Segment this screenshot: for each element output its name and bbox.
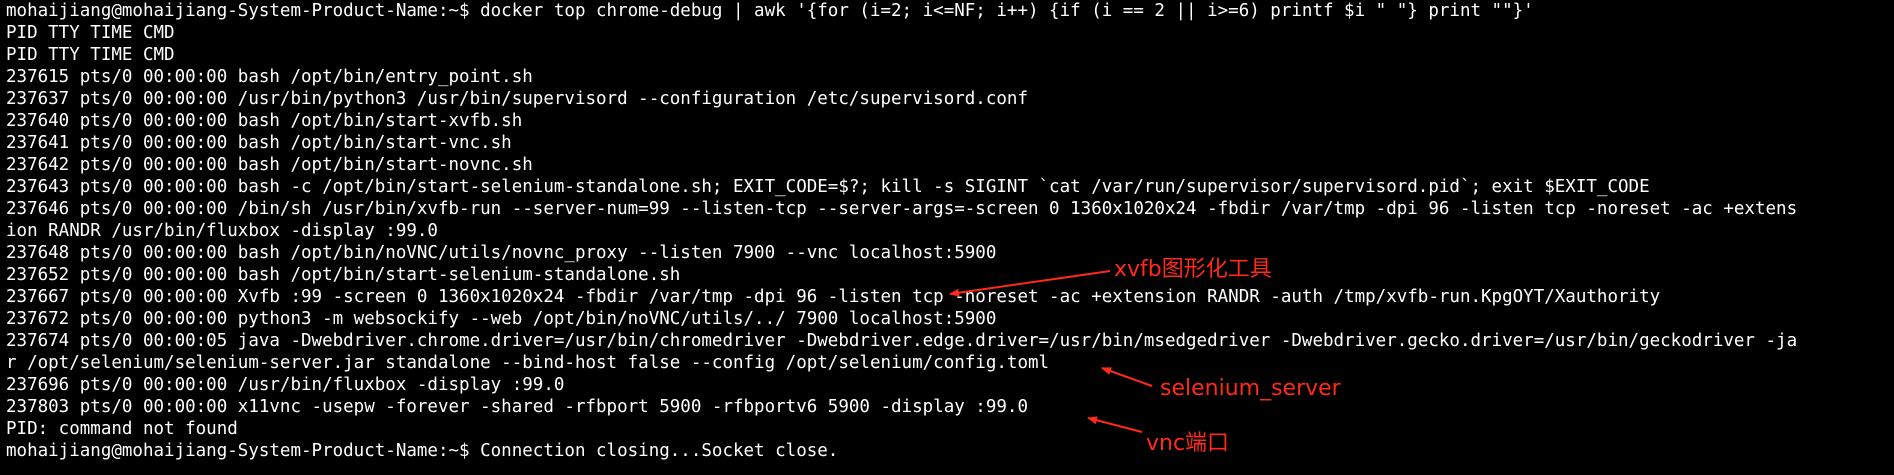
process-line: 237672 pts/0 00:00:00 python3 -m websock… [6, 309, 997, 329]
error-line: PID: command not found [6, 419, 238, 439]
process-line: 237641 pts/0 00:00:00 bash /opt/bin/star… [6, 133, 512, 153]
prompt-command-line: mohaijiang@mohaijiang-System-Product-Nam… [6, 1, 1534, 21]
annotation-label-xvfb: xvfb图形化工具 [1114, 257, 1272, 282]
process-line: 237640 pts/0 00:00:00 bash /opt/bin/star… [6, 111, 523, 131]
process-line: 237648 pts/0 00:00:00 bash /opt/bin/noVN… [6, 243, 997, 263]
annotation-label-selenium: selenium_server [1160, 376, 1341, 401]
process-line: 237642 pts/0 00:00:00 bash /opt/bin/star… [6, 155, 533, 175]
process-line-continued: ion RANDR /usr/bin/fluxbox -display :99.… [6, 221, 438, 241]
process-line: 237637 pts/0 00:00:00 /usr/bin/python3 /… [6, 89, 1028, 109]
process-line: 237643 pts/0 00:00:00 bash -c /opt/bin/s… [6, 177, 1650, 197]
annotation-label-vnc: vnc端口 [1146, 431, 1230, 456]
process-line-x11vnc: 237803 pts/0 00:00:00 x11vnc -usepw -for… [6, 397, 1028, 417]
process-line: 237696 pts/0 00:00:00 /usr/bin/fluxbox -… [6, 375, 565, 395]
process-line: 237652 pts/0 00:00:00 bash /opt/bin/star… [6, 265, 681, 285]
output-header-line: PID TTY TIME CMD [6, 45, 175, 65]
prompt-final-line: mohaijiang@mohaijiang-System-Product-Nam… [6, 441, 839, 461]
output-header-line: PID TTY TIME CMD [6, 23, 175, 43]
process-line: 237615 pts/0 00:00:00 bash /opt/bin/entr… [6, 67, 533, 87]
terminal-window[interactable]: mohaijiang@mohaijiang-System-Product-Nam… [0, 0, 1894, 475]
process-line-java: 237674 pts/0 00:00:05 java -Dwebdriver.c… [6, 331, 1798, 351]
process-line: 237646 pts/0 00:00:00 /bin/sh /usr/bin/x… [6, 199, 1798, 219]
process-line-xvfb: 237667 pts/0 00:00:00 Xvfb :99 -screen 0… [6, 287, 1661, 307]
process-line-continued: r /opt/selenium/selenium-server.jar stan… [6, 353, 1050, 373]
